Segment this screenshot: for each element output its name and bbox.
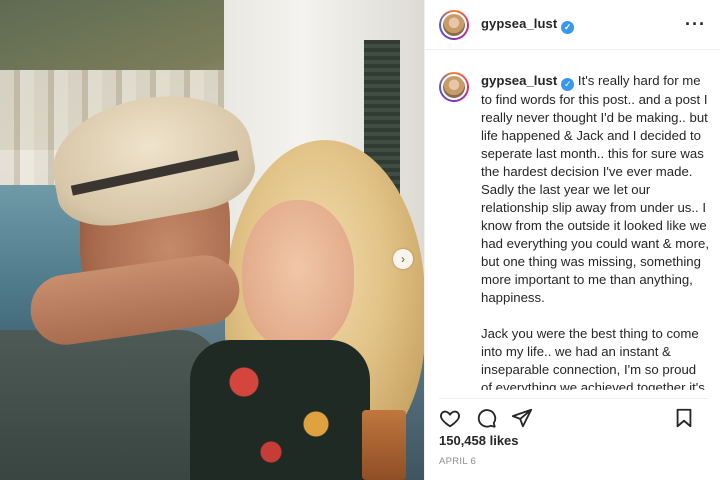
likes-count[interactable]: 150,458 likes xyxy=(439,433,519,448)
chevron-right-icon[interactable]: › xyxy=(393,249,413,269)
caption-paragraph: gypsea_lust ✓ It's really hard for me to … xyxy=(481,72,709,307)
caption-text: gypsea_lust ✓ It's really hard for me to … xyxy=(481,72,709,390)
username-text[interactable]: gypsea_lust xyxy=(481,16,557,31)
floral-dress xyxy=(190,340,370,480)
heart-icon[interactable] xyxy=(439,407,461,429)
comment-icon[interactable] xyxy=(475,407,497,429)
post-photo[interactable]: › xyxy=(0,0,424,480)
man-shirt xyxy=(0,330,220,480)
paper-plane-icon[interactable] xyxy=(511,407,533,429)
caption-paragraph-1: It's really hard for me to find words fo… xyxy=(481,73,709,305)
verified-badge-icon: ✓ xyxy=(561,77,575,91)
verified-badge-icon: ✓ xyxy=(561,20,575,34)
woman-face xyxy=(242,200,354,350)
post-header: gypsea_lust ✓ ··· xyxy=(425,0,720,50)
caption: gypsea_lust ✓ It's really hard for me to … xyxy=(439,72,709,390)
post-sidebar: gypsea_lust ✓ ··· gypsea_lust ✓ It's reall… xyxy=(424,0,720,480)
caption-paragraph: Jack you were the best thing to come int… xyxy=(481,325,709,391)
terracotta-planter xyxy=(362,410,406,480)
bookmark-icon[interactable] xyxy=(673,407,695,429)
action-bar xyxy=(439,398,709,430)
avatar[interactable] xyxy=(439,9,469,40)
caption-username[interactable]: gypsea_lust xyxy=(481,73,557,88)
username-link[interactable]: gypsea_lust ✓ xyxy=(481,16,575,34)
more-options-icon[interactable]: ··· xyxy=(685,14,706,35)
caption-paragraph-2: Jack you were the best thing to come int… xyxy=(481,325,705,391)
caption-avatar[interactable] xyxy=(439,72,469,102)
post-date[interactable]: APRIL 6 xyxy=(439,456,476,467)
